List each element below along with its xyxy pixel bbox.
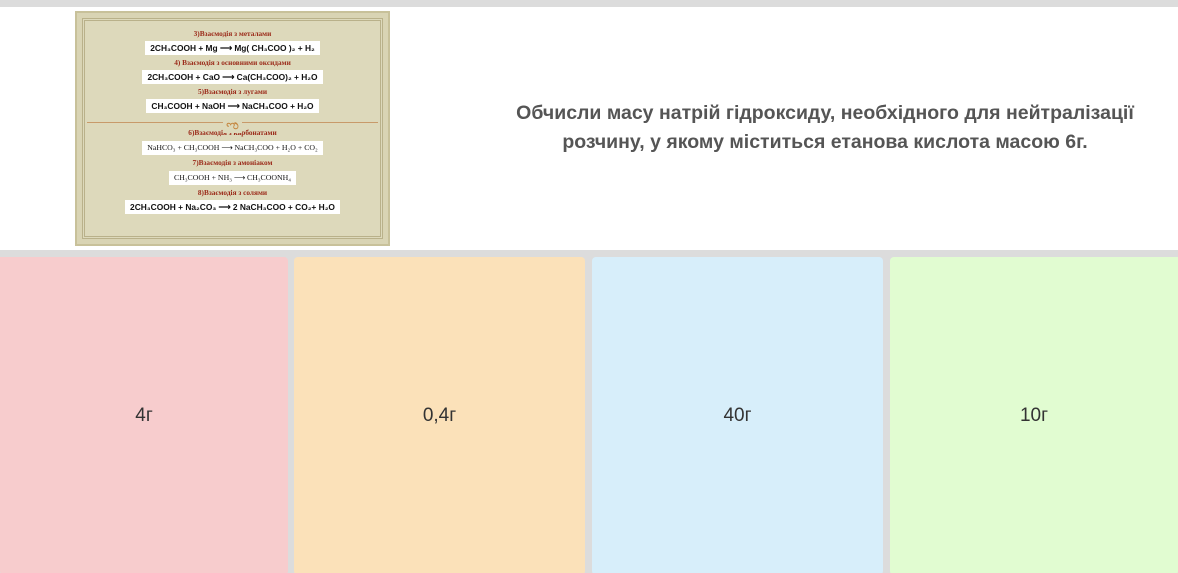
section-6-equation: NaHCO₃ + CH₃COOH ⟶ NaCH₃COO + H₂O + CO₂ — [142, 141, 323, 155]
answer-option-3[interactable]: 40г — [592, 257, 883, 573]
section-3-equation: 2CH₃COOH + Mg ⟶ Mg( CH₃COO )₂ + H₂ — [145, 41, 320, 55]
question-image: 3)Взаємодія з металами 2CH₃COOH + Mg ⟶ M… — [75, 11, 390, 246]
section-3-heading: 3)Взаємодія з металами — [193, 29, 272, 38]
answer-option-1-label: 4г — [135, 405, 153, 426]
answer-option-2[interactable]: 0,4г — [294, 257, 585, 573]
image-frame: 3)Взаємодія з металами 2CH₃COOH + Mg ⟶ M… — [82, 18, 383, 239]
answer-option-4-label: 10г — [1019, 405, 1049, 426]
section-5-equation: CH₃COOH + NaOH ⟶ NaCH₃COO + H₂O — [146, 99, 319, 113]
question-text: Обчисли масу натрій гідроксиду, необхідн… — [516, 102, 1134, 153]
section-4-heading: 4) Взаємодія з основними оксидами — [174, 58, 291, 67]
flourish-icon: ಌ — [223, 118, 242, 133]
top-progress-bar — [0, 0, 1178, 7]
answer-option-4[interactable]: 10г — [890, 257, 1178, 573]
section-7-heading: 7)Взаємодія з амоніаком — [192, 158, 273, 167]
answer-option-2-label: 0,4г — [422, 405, 457, 426]
section-5-heading: 5)Взаємодія з лугами — [197, 87, 268, 96]
section-4-equation: 2CH₃COOH + CaO ⟶ Ca(CH₃COO)₂ + H₂O — [142, 70, 323, 84]
section-8-heading: 8)Взаємодія з солями — [197, 188, 268, 197]
answer-option-1[interactable]: 4г — [0, 257, 288, 573]
question-area: 3)Взаємодія з металами 2CH₃COOH + Mg ⟶ M… — [0, 7, 1178, 250]
answer-option-3-label: 40г — [723, 405, 752, 426]
answers-area: 4г 0,4г 40г 10г — [0, 250, 1178, 573]
section-7-equation: CH₃COOH + NH₃ ⟶ CH₃COONH₄ — [169, 171, 296, 185]
section-8-equation: 2CH₃COOH + Na₂CO₃ ⟶ 2 NaCH₃COO + CO₂+ H₂… — [125, 200, 340, 214]
ornament-divider: ಌ — [85, 116, 380, 133]
